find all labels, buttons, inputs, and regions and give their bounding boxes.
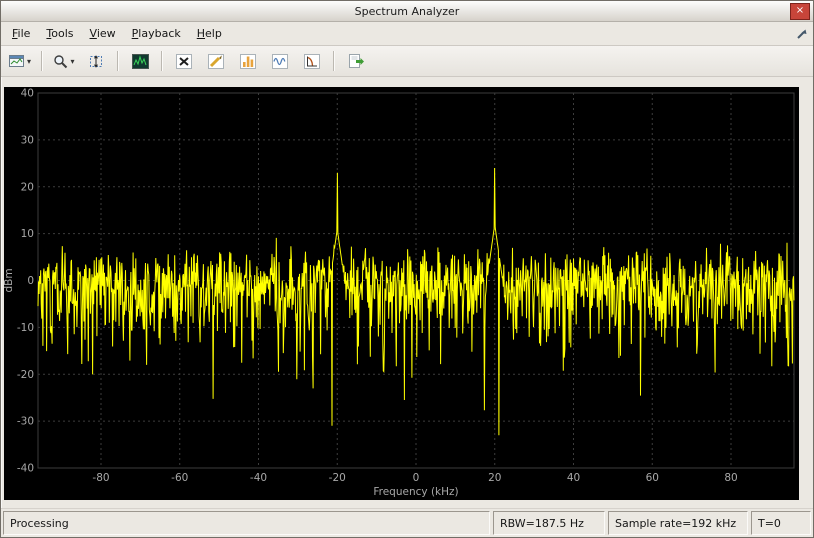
menu-bar: File Tools View Playback Help bbox=[1, 22, 813, 46]
ccdf-measurements-icon bbox=[304, 54, 320, 69]
status-rbw: RBW=187.5 Hz bbox=[493, 511, 605, 535]
signal-statistics-icon bbox=[208, 54, 224, 69]
status-sample-rate: Sample rate=192 kHz bbox=[608, 511, 748, 535]
configuration-button[interactable]: ▾ bbox=[5, 48, 35, 74]
close-icon: × bbox=[796, 5, 804, 16]
signal-statistics-button[interactable] bbox=[201, 48, 231, 74]
x-tick-label: 20 bbox=[488, 472, 501, 484]
status-message: Processing bbox=[3, 511, 490, 535]
toolbar-separator bbox=[333, 51, 335, 71]
zoom-button[interactable]: ▾ bbox=[49, 48, 79, 74]
y-tick-label: 30 bbox=[21, 134, 34, 146]
fit-to-view-icon bbox=[88, 54, 104, 69]
dropdown-arrow-icon[interactable]: ▾ bbox=[70, 57, 74, 66]
window-title: Spectrum Analyzer bbox=[1, 5, 813, 18]
spectrum-canvas: -80 -60 -40 -20 0 20 40 60 80 40 30 20 10 0 -10 -20 -30 -… bbox=[4, 87, 799, 500]
distortion-measurements-button[interactable] bbox=[265, 48, 295, 74]
menu-view[interactable]: View bbox=[82, 24, 124, 43]
x-tick-label: 0 bbox=[413, 472, 420, 484]
y-tick-label: 20 bbox=[21, 181, 34, 193]
configuration-icon bbox=[9, 54, 26, 69]
status-bar: Processing RBW=187.5 Hz Sample rate=192 … bbox=[1, 508, 813, 537]
spectrum-analyzer-window: Spectrum Analyzer × File Tools View Play… bbox=[0, 0, 814, 538]
x-tick-label: -20 bbox=[329, 472, 346, 484]
ccdf-measurements-button[interactable] bbox=[297, 48, 327, 74]
x-tick-label: 80 bbox=[724, 472, 737, 484]
y-tick-label: 40 bbox=[21, 88, 34, 100]
zoom-icon bbox=[53, 54, 69, 69]
toolbar-separator bbox=[117, 51, 119, 71]
x-tick-label: -80 bbox=[92, 472, 109, 484]
y-axis-label: dBm bbox=[4, 268, 15, 292]
x-axis-label: Frequency (kHz) bbox=[373, 486, 458, 498]
y-tick-label: 10 bbox=[21, 228, 34, 240]
status-time: T=0 bbox=[751, 511, 811, 535]
step-export-icon bbox=[348, 54, 365, 69]
undock-button[interactable] bbox=[796, 28, 808, 40]
cursor-measurements-icon bbox=[176, 54, 192, 69]
x-tick-label: -60 bbox=[171, 472, 188, 484]
cursor-measurements-button[interactable] bbox=[169, 48, 199, 74]
x-tick-label: -40 bbox=[250, 472, 267, 484]
spectrum-plot[interactable]: -80 -60 -40 -20 0 20 40 60 80 40 30 20 10 0 -10 -20 -30 -… bbox=[4, 87, 799, 500]
menu-playback[interactable]: Playback bbox=[124, 24, 189, 43]
peak-finder-button[interactable] bbox=[233, 48, 263, 74]
undock-arrow-icon bbox=[796, 28, 808, 40]
dropdown-arrow-icon[interactable]: ▾ bbox=[27, 57, 31, 66]
title-bar[interactable]: Spectrum Analyzer × bbox=[1, 1, 813, 22]
toolbar-separator bbox=[161, 51, 163, 71]
plot-area-margin: -80 -60 -40 -20 0 20 40 60 80 40 30 20 10 0 -10 -20 -30 -… bbox=[1, 77, 813, 508]
y-tick-label: 0 bbox=[27, 275, 34, 287]
y-tick-label: -20 bbox=[17, 369, 34, 381]
y-tick-label: -40 bbox=[17, 463, 34, 475]
fit-to-view-button[interactable] bbox=[81, 48, 111, 74]
close-button[interactable]: × bbox=[790, 3, 810, 20]
y-tick-label: -10 bbox=[17, 322, 34, 334]
spectrum-settings-button[interactable] bbox=[125, 48, 155, 74]
toolbar-separator bbox=[41, 51, 43, 71]
menu-tools[interactable]: Tools bbox=[38, 24, 81, 43]
x-tick-label: 60 bbox=[646, 472, 659, 484]
spectrum-settings-icon bbox=[132, 54, 149, 69]
peak-finder-icon bbox=[240, 54, 256, 69]
y-tick-label: -30 bbox=[17, 416, 34, 428]
menu-file[interactable]: File bbox=[4, 24, 38, 43]
step-export-button[interactable] bbox=[341, 48, 371, 74]
distortion-measurements-icon bbox=[272, 54, 288, 69]
menu-help[interactable]: Help bbox=[189, 24, 230, 43]
x-tick-label: 40 bbox=[567, 472, 580, 484]
toolbar: ▾ ▾ bbox=[1, 46, 813, 77]
